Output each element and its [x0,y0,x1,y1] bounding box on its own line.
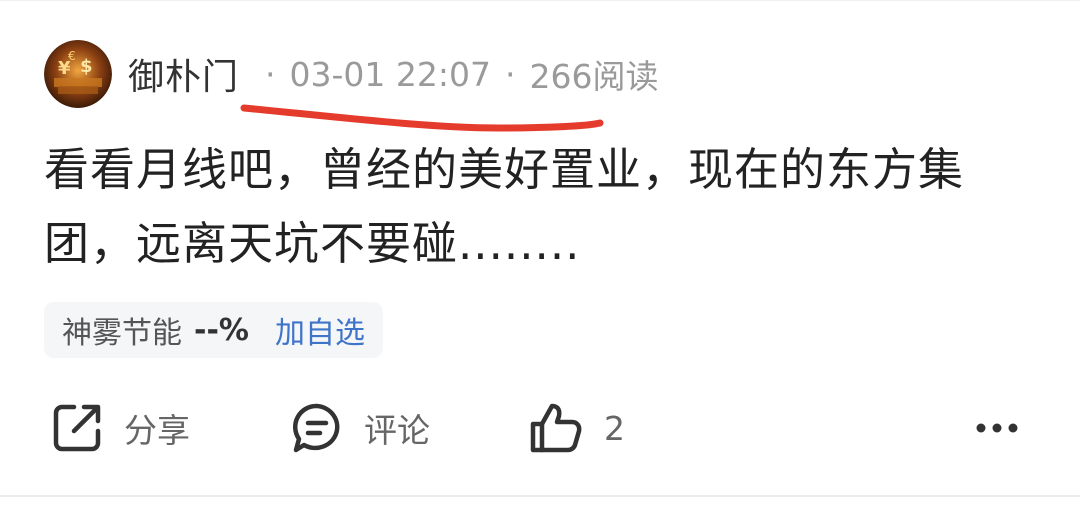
meta-separator: · [265,54,276,94]
share-icon [53,404,101,452]
svg-text:$: $ [80,56,93,77]
meta-separator: · [505,54,516,94]
svg-text:€: € [68,49,76,63]
stock-change: --% [194,312,249,348]
comment-label: 评论 [364,411,430,450]
comment-button[interactable]: 评论 [290,398,430,458]
like-count: 2 [604,408,625,448]
share-button[interactable]: 分享 [50,398,190,458]
stock-name: 神雾节能 [62,316,182,351]
post-meta: · 03-01 22:07 · 266阅读 [251,50,658,98]
post-header: ¥ $ € 御朴门 · 03-01 22:07 · 266阅读 [44,40,659,108]
like-icon [530,403,582,453]
post-card: ¥ $ € 御朴门 · 03-01 22:07 · 266阅读 看看月线吧，曾经… [0,0,1080,517]
add-watchlist-button[interactable]: 加自选 [275,308,365,352]
comment-icon [293,403,340,453]
author-name[interactable]: 御朴门 [128,48,239,100]
post-date: 03-01 22:07 [289,54,491,94]
action-bar: 分享 评论 2 [0,398,1080,458]
avatar[interactable]: ¥ $ € [44,40,112,108]
top-divider [0,0,1080,1]
more-button[interactable] [972,398,1022,458]
more-icon [976,423,1018,433]
read-count: 266阅读 [529,57,659,96]
stock-tag[interactable]: 神雾节能 --% 加自选 [44,302,383,358]
bottom-divider [0,495,1080,497]
post-content: 看看月线吧，曾经的美好置业，现在的东方集团，远离天坑不要碰........ [44,143,965,270]
share-label: 分享 [124,411,190,450]
like-button[interactable]: 2 [528,398,625,458]
